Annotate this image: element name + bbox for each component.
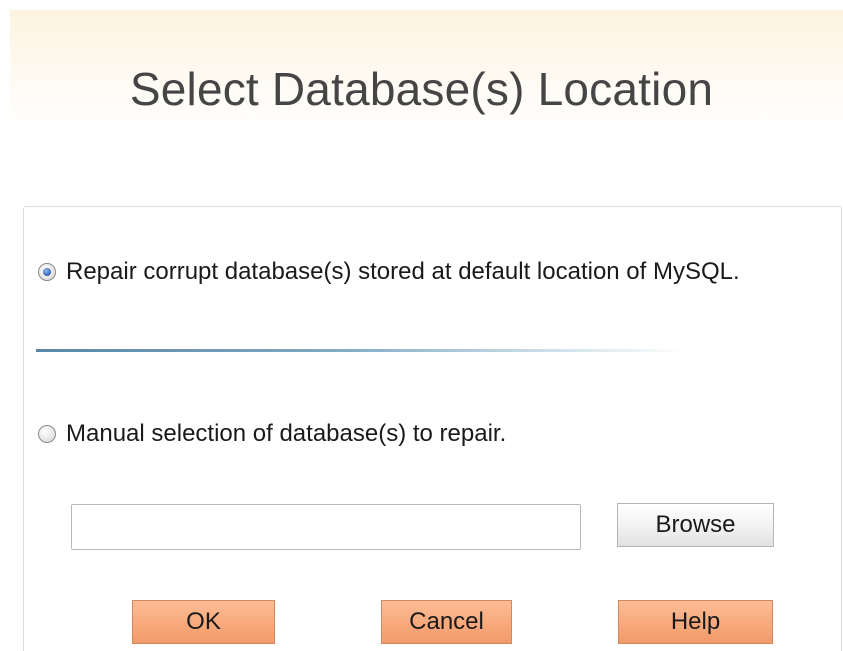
radio-dot [43, 268, 51, 276]
database-path-input[interactable] [71, 504, 581, 550]
select-database-location-dialog: Select Database(s) Location Repair corru… [0, 0, 843, 651]
default-location-option[interactable]: Repair corrupt database(s) stored at def… [38, 258, 740, 286]
manual-selection-option[interactable]: Manual selection of database(s) to repai… [38, 420, 506, 448]
section-divider [36, 349, 686, 352]
manual-selection-label: Manual selection of database(s) to repai… [66, 420, 507, 447]
cancel-button[interactable]: Cancel [381, 600, 512, 644]
default-location-label: Repair corrupt database(s) stored at def… [66, 258, 740, 285]
ok-button[interactable]: OK [132, 600, 275, 644]
radio-unselected-icon[interactable] [38, 425, 56, 443]
browse-button[interactable]: Browse [617, 503, 774, 547]
help-button[interactable]: Help [618, 600, 773, 644]
dialog-title: Select Database(s) Location [129, 63, 714, 115]
radio-selected-icon[interactable] [38, 263, 56, 281]
